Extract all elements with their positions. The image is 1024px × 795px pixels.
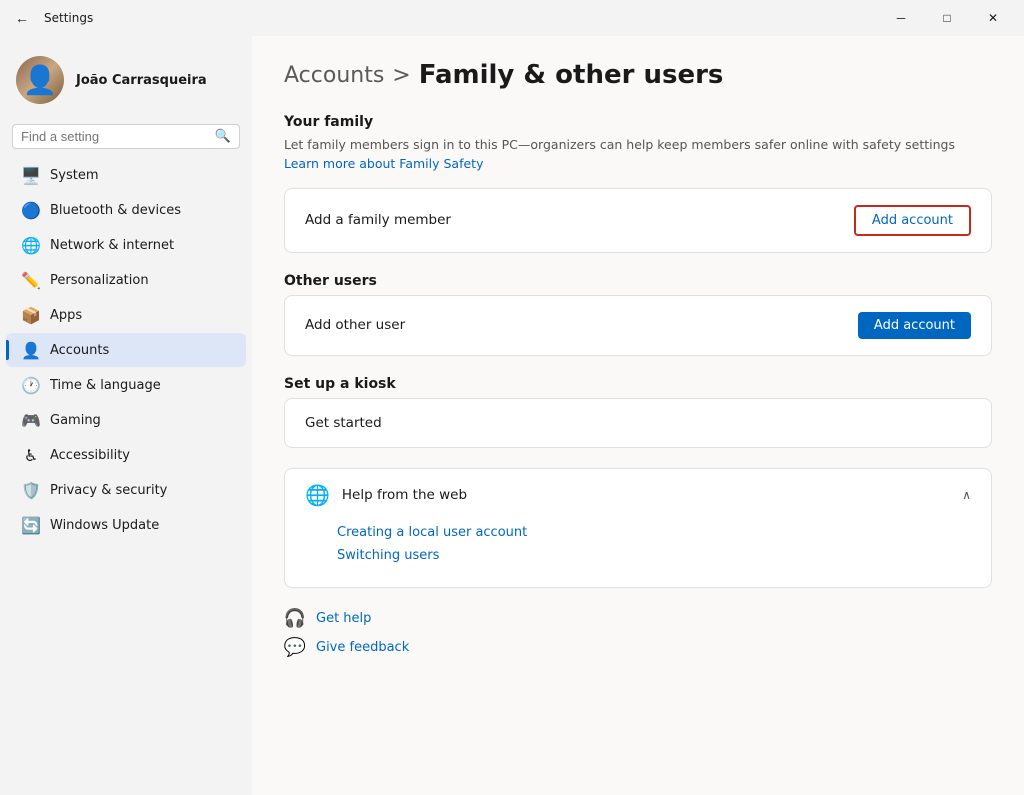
help-header-left: 🌐 Help from the web (305, 483, 467, 507)
add-other-account-button[interactable]: Add account (858, 312, 971, 339)
sidebar: João Carrasqueira 🔍 🖥️ System 🔵 Bluetoot… (0, 36, 252, 795)
titlebar-controls: ─ □ ✕ (878, 0, 1016, 36)
breadcrumb-parent[interactable]: Accounts (284, 63, 384, 88)
help-link-local-account[interactable]: Creating a local user account (337, 525, 971, 540)
chevron-up-icon: ∧ (962, 488, 971, 502)
network-icon: 🌐 (22, 236, 40, 254)
kiosk-section: Set up a kiosk Get started (284, 376, 992, 448)
add-other-user-card: Add other user Add account (284, 295, 992, 356)
titlebar: ← Settings ─ □ ✕ (0, 0, 1024, 36)
get-help-link[interactable]: Get help (316, 611, 371, 626)
breadcrumb: Accounts > Family & other users (284, 60, 992, 90)
add-family-member-card: Add a family member Add account (284, 188, 992, 253)
sidebar-item-accessibility[interactable]: ♿ Accessibility (6, 438, 246, 472)
sidebar-item-network[interactable]: 🌐 Network & internet (6, 228, 246, 262)
accounts-icon: 👤 (22, 341, 40, 359)
give-feedback-row: 💬 Give feedback (284, 637, 992, 658)
apps-icon: 📦 (22, 306, 40, 324)
give-feedback-link[interactable]: Give feedback (316, 640, 409, 655)
help-links: Creating a local user account Switching … (285, 521, 991, 587)
content-area: Accounts > Family & other users Your fam… (252, 36, 1024, 795)
family-safety-link[interactable]: Learn more about Family Safety (284, 156, 483, 171)
system-icon: 🖥️ (22, 166, 40, 184)
get-started-label: Get started (305, 415, 382, 431)
your-family-desc: Let family members sign in to this PC—or… (284, 136, 992, 174)
search-box[interactable]: 🔍 (12, 124, 240, 149)
add-family-member-label: Add a family member (305, 212, 451, 228)
back-button[interactable]: ← (8, 4, 36, 32)
avatar (16, 56, 64, 104)
gaming-icon: 🎮 (22, 411, 40, 429)
maximize-button[interactable]: □ (924, 0, 970, 36)
windows-update-icon: 🔄 (22, 516, 40, 534)
help-title: Help from the web (342, 487, 467, 503)
kiosk-row: Get started (285, 399, 991, 447)
titlebar-left: ← Settings (8, 4, 93, 32)
sidebar-item-system[interactable]: 🖥️ System (6, 158, 246, 192)
help-globe-icon: 🌐 (305, 483, 330, 507)
sidebar-item-apps[interactable]: 📦 Apps (6, 298, 246, 332)
user-name: João Carrasqueira (76, 73, 207, 88)
sidebar-item-privacy[interactable]: 🛡️ Privacy & security (6, 473, 246, 507)
privacy-icon: 🛡️ (22, 481, 40, 499)
sidebar-item-accounts[interactable]: 👤 Accounts (6, 333, 246, 367)
add-other-user-row: Add other user Add account (285, 296, 991, 355)
your-family-section: Your family Let family members sign in t… (284, 114, 992, 253)
sidebar-item-time[interactable]: 🕐 Time & language (6, 368, 246, 402)
other-users-title: Other users (284, 273, 992, 289)
add-other-user-label: Add other user (305, 317, 405, 333)
user-profile: João Carrasqueira (0, 44, 252, 124)
bottom-links: 🎧 Get help 💬 Give feedback (284, 608, 992, 658)
sidebar-nav: 🖥️ System 🔵 Bluetooth & devices 🌐 Networ… (0, 157, 252, 543)
other-users-section: Other users Add other user Add account (284, 273, 992, 356)
help-link-switching-users[interactable]: Switching users (337, 548, 971, 563)
kiosk-title: Set up a kiosk (284, 376, 992, 392)
accessibility-icon: ♿ (22, 446, 40, 464)
personalization-icon: ✏️ (22, 271, 40, 289)
sidebar-item-gaming[interactable]: 🎮 Gaming (6, 403, 246, 437)
give-feedback-icon: 💬 (284, 637, 306, 658)
app-body: João Carrasqueira 🔍 🖥️ System 🔵 Bluetoot… (0, 36, 1024, 795)
sidebar-item-bluetooth[interactable]: 🔵 Bluetooth & devices (6, 193, 246, 227)
titlebar-title: Settings (44, 11, 93, 25)
get-help-icon: 🎧 (284, 608, 306, 629)
minimize-button[interactable]: ─ (878, 0, 924, 36)
kiosk-card: Get started (284, 398, 992, 448)
search-input[interactable] (21, 129, 209, 144)
breadcrumb-current: Family & other users (419, 60, 724, 90)
search-icon: 🔍 (215, 129, 231, 144)
breadcrumb-separator: > (392, 63, 410, 88)
time-icon: 🕐 (22, 376, 40, 394)
add-family-account-button[interactable]: Add account (854, 205, 971, 236)
close-button[interactable]: ✕ (970, 0, 1016, 36)
help-header[interactable]: 🌐 Help from the web ∧ (285, 469, 991, 521)
help-card: 🌐 Help from the web ∧ Creating a local u… (284, 468, 992, 588)
sidebar-item-windows-update[interactable]: 🔄 Windows Update (6, 508, 246, 542)
get-help-row: 🎧 Get help (284, 608, 992, 629)
bluetooth-icon: 🔵 (22, 201, 40, 219)
add-family-member-row: Add a family member Add account (285, 189, 991, 252)
your-family-title: Your family (284, 114, 992, 130)
sidebar-item-personalization[interactable]: ✏️ Personalization (6, 263, 246, 297)
avatar-image (16, 56, 64, 104)
